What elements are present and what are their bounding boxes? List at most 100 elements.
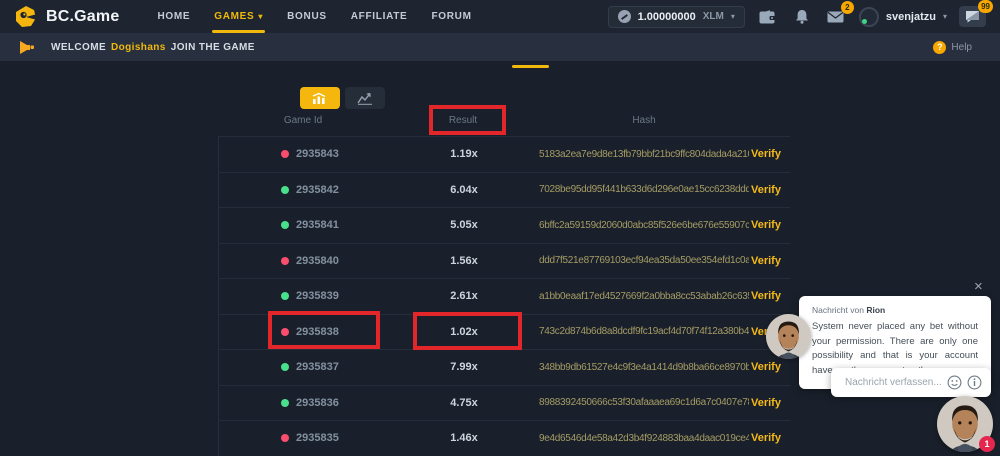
game-id-cell: 2935841 (219, 219, 389, 231)
help-icon: ? (933, 41, 946, 54)
table-row[interactable]: 2935843 1.19x 5183a2ea7e9d8e13fb79bbf21b… (219, 136, 790, 172)
table-row[interactable]: 2935839 2.61x a1bb0eaaf17ed4527669f2a0bb… (219, 278, 790, 314)
main-nav: HOME GAMES▾ BONUS AFFILIATE FORUM (145, 0, 483, 33)
chat-badge: 99 (978, 0, 993, 13)
game-id: 2935841 (296, 219, 339, 231)
chat-toggle-button[interactable]: 99 (959, 6, 986, 27)
result-value: 1.19x (389, 148, 539, 160)
status-dot (281, 399, 289, 407)
game-id-cell: 2935843 (219, 148, 389, 160)
chevron-down-icon: ▾ (731, 12, 735, 21)
notifications-button[interactable] (791, 7, 813, 27)
balance-amount: 1.00000000 (638, 11, 696, 23)
column-header-result: Result (388, 115, 538, 126)
table-row[interactable]: 2935837 7.99x 348bb9db61527e4c9f3e4a1414… (219, 349, 790, 385)
brand-logo[interactable]: BC.Game (14, 5, 119, 29)
result-value: 5.05x (389, 219, 539, 231)
hash-value: 9e4d6546d4e58a42d3b4f924883baa4daac019ce… (539, 433, 749, 444)
table-row[interactable]: 2935841 5.05x 6bffc2a59159d2060d0abc85f5… (219, 207, 790, 243)
table-row[interactable]: 2935838 1.02x 743c2d874b6d8a8dcdf9fc19ac… (219, 314, 790, 350)
game-id-cell: 2935835 (219, 432, 389, 444)
verify-link[interactable]: Verify (751, 148, 791, 160)
table-row[interactable]: 2935842 6.04x 7028be95dd95f441b633d6d296… (219, 172, 790, 208)
mail-badge: 2 (841, 1, 854, 14)
user-menu[interactable]: svenjatzu ▾ (859, 7, 947, 27)
coin-icon (618, 10, 631, 23)
verify-link[interactable]: Verify (751, 219, 791, 231)
table-row[interactable]: 2935836 4.75x 8988392450666c53f30afaaaea… (219, 385, 790, 421)
game-id: 2935837 (296, 361, 339, 373)
verify-link[interactable]: Verify (751, 432, 791, 444)
close-icon[interactable]: × (974, 279, 983, 294)
status-dot (281, 186, 289, 194)
result-value: 1.02x (389, 326, 539, 338)
result-value: 1.46x (389, 432, 539, 444)
emoji-icon[interactable] (947, 375, 962, 390)
hash-value: 8988392450666c53f30afaaaea69c1d6a7c0407e… (539, 397, 749, 408)
nav-forum[interactable]: FORUM (419, 0, 483, 33)
game-id: 2935842 (296, 184, 339, 196)
unread-count-badge: 1 (979, 436, 995, 452)
game-id-cell: 2935837 (219, 361, 389, 373)
brand-title: BC.Game (46, 8, 119, 26)
line-chart-icon (357, 92, 373, 105)
result-value: 7.99x (389, 361, 539, 373)
chat-bubble-icon (965, 10, 980, 23)
welcome-message: WELCOME Dogishans JOIN THE GAME (51, 42, 255, 53)
nav-games[interactable]: GAMES▾ (202, 0, 275, 33)
help-button[interactable]: ? Help (933, 41, 972, 54)
chevron-down-icon: ▾ (258, 12, 263, 21)
nav-affiliate[interactable]: AFFILIATE (339, 0, 420, 33)
verify-link[interactable]: Verify (751, 290, 791, 302)
column-header-game-id: Game Id (218, 115, 388, 126)
nav-bonus[interactable]: BONUS (275, 0, 339, 33)
status-dot (281, 150, 289, 158)
table-rows: 2935843 1.19x 5183a2ea7e9d8e13fb79bbf21b… (218, 136, 790, 456)
verify-link[interactable]: Verify (751, 184, 791, 196)
chat-sender-avatar (766, 314, 811, 359)
status-dot (281, 363, 289, 371)
nav-home[interactable]: HOME (145, 0, 202, 33)
game-id-cell: 2935839 (219, 290, 389, 302)
game-id-cell: 2935842 (219, 184, 389, 196)
hash-value: 5183a2ea7e9d8e13fb79bbf21bc9ffc804dada4a… (539, 149, 749, 160)
username: svenjatzu (886, 11, 936, 23)
chat-sender-line: Nachricht von Rion (812, 305, 978, 315)
hash-value: 6bffc2a59159d2060d0abc85f526e6be676e5590… (539, 220, 749, 231)
game-id-cell: 2935836 (219, 397, 389, 409)
verify-link[interactable]: Verify (751, 361, 791, 373)
megaphone-icon (18, 40, 35, 55)
hash-value: a1bb0eaaf17ed4527669f2a0bba8cc53abab26c6… (539, 291, 749, 302)
top-navigation-bar: BC.Game HOME GAMES▾ BONUS AFFILIATE FORU… (0, 0, 1000, 33)
hash-value: ddd7f521e87769103ecf94ea35da50ee354efd1c… (539, 255, 749, 266)
chat-floating-avatar-wrap: 1 (937, 396, 993, 452)
verify-link[interactable]: Verify (751, 397, 791, 409)
result-value: 2.61x (389, 290, 539, 302)
game-history-table: Game Id Result Hash 2935843 1.19x 5183a2… (218, 104, 790, 456)
mail-icon (827, 11, 844, 23)
table-row[interactable]: 2935835 1.46x 9e4d6546d4e58a42d3b4f92488… (219, 420, 790, 456)
bar-chart-icon (312, 92, 328, 105)
status-dot (281, 257, 289, 265)
messages-button[interactable]: 2 (825, 7, 847, 27)
announcement-bar: WELCOME Dogishans JOIN THE GAME ? Help (0, 33, 1000, 61)
info-icon[interactable] (967, 375, 982, 390)
wallet-icon (759, 10, 776, 24)
verify-link[interactable]: Verify (751, 255, 791, 267)
game-id: 2935839 (296, 290, 339, 302)
result-value: 1.56x (389, 255, 539, 267)
table-header-row: Game Id Result Hash (218, 104, 790, 136)
status-dot (281, 328, 289, 336)
game-id: 2935835 (296, 432, 339, 444)
topbar-right-cluster: 1.00000000 XLM ▾ 2 (608, 6, 986, 28)
bell-icon (795, 9, 809, 24)
game-id: 2935836 (296, 397, 339, 409)
wallet-button[interactable] (757, 7, 779, 27)
chat-sender-name: Rion (866, 305, 885, 315)
balance-selector[interactable]: 1.00000000 XLM ▾ (608, 6, 745, 28)
welcome-username: Dogishans (111, 42, 166, 53)
balance-currency: XLM (703, 11, 724, 22)
chat-input[interactable]: Nachricht verfassen... (831, 368, 991, 397)
table-row[interactable]: 2935840 1.56x ddd7f521e87769103ecf94ea35… (219, 243, 790, 279)
result-value: 6.04x (389, 184, 539, 196)
